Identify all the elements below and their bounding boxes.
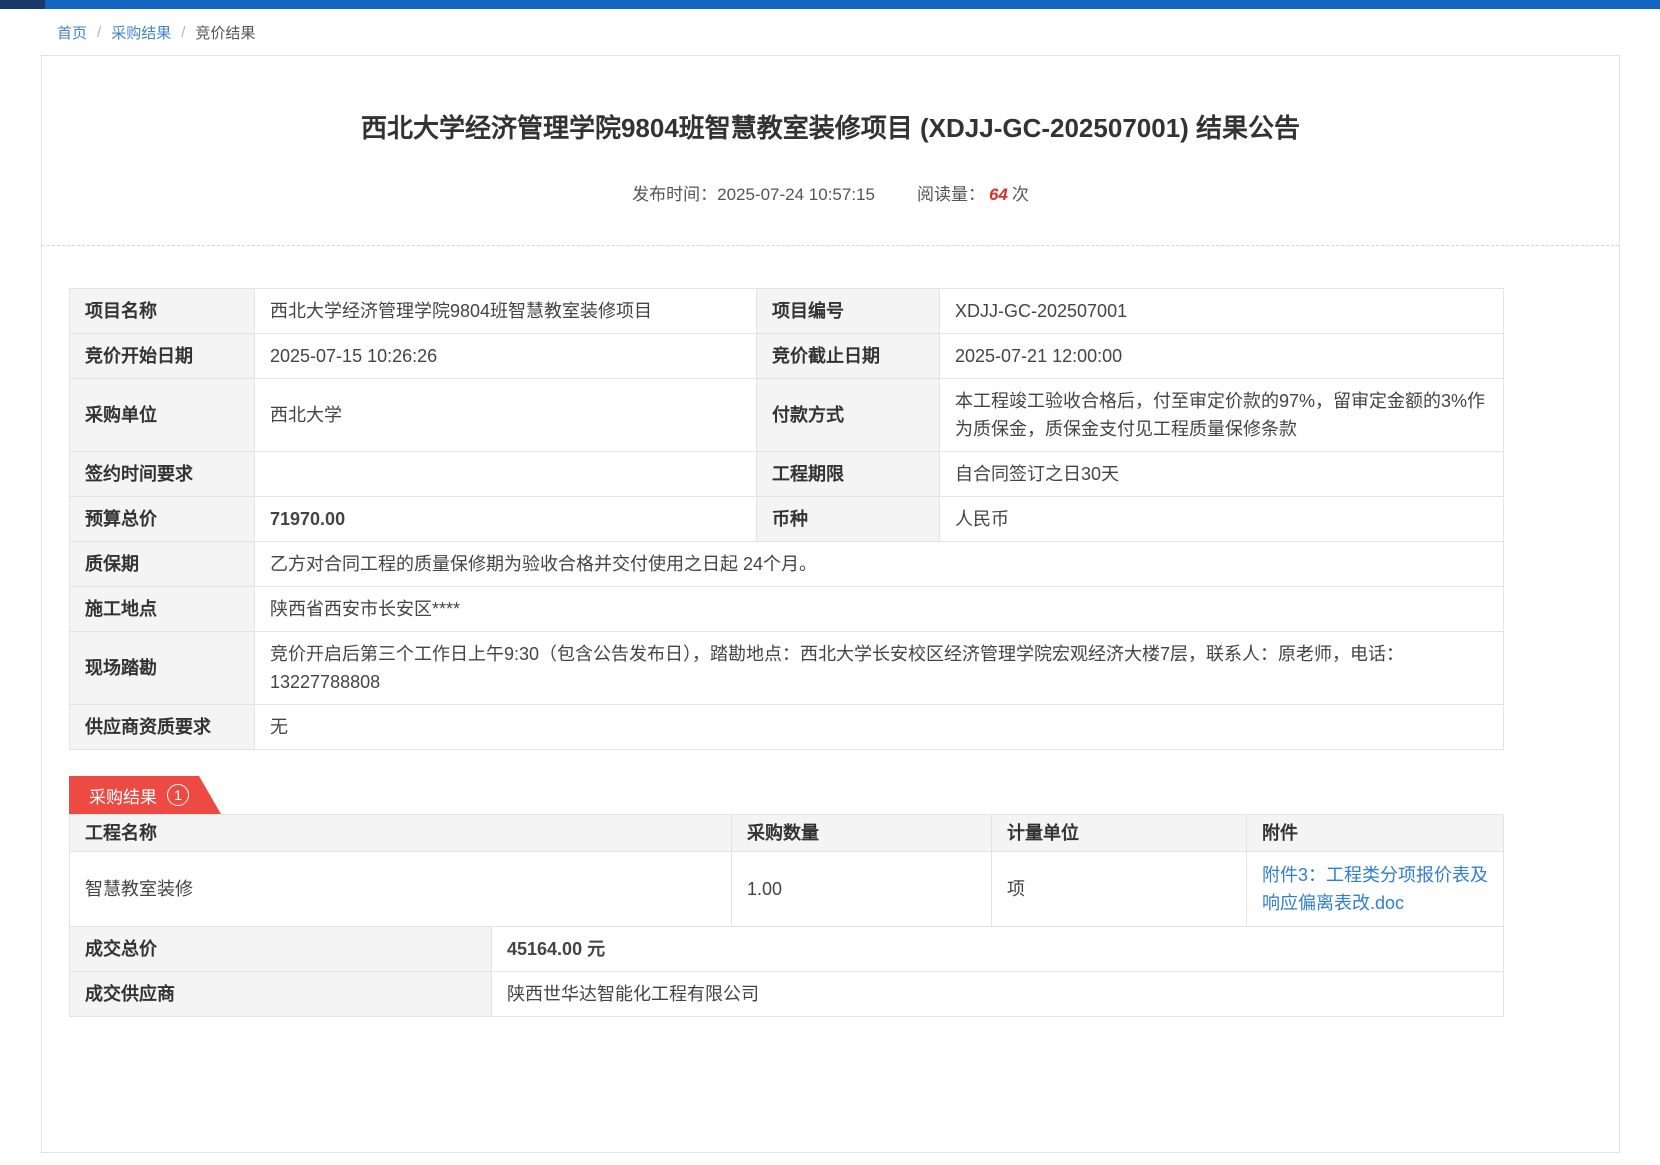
dashed-divider — [42, 245, 1619, 246]
breadcrumb-separator: / — [181, 24, 185, 41]
table-row: 竞价开始日期 2025-07-15 10:26:26 竞价截止日期 2025-0… — [70, 334, 1504, 379]
bid-start-label: 竞价开始日期 — [70, 334, 255, 379]
bid-end-value: 2025-07-21 12:00:00 — [940, 334, 1504, 379]
site-value: 陕西省西安市长安区**** — [255, 587, 1504, 632]
bid-end-label: 竞价截止日期 — [757, 334, 940, 379]
result-header-name: 工程名称 — [70, 815, 732, 852]
payment-label: 付款方式 — [757, 379, 940, 452]
budget-value: 71970.00 — [255, 497, 757, 542]
table-row: 质保期 乙方对合同工程的质量保修期为验收合格并交付使用之日起 24个月。 — [70, 542, 1504, 587]
publish-info: 发布时间：2025-07-24 10:57:15 阅读量：64次 — [42, 180, 1619, 205]
duration-label: 工程期限 — [757, 452, 940, 497]
attachment-link[interactable]: 附件3：工程类分项报价表及响应偏离表改.doc — [1262, 865, 1488, 913]
result-item-unit: 项 — [992, 852, 1247, 927]
table-row: 现场踏勘 竞价开启后第三个工作日上午9:30（包含公告发布日），踏勘地点：西北大… — [70, 632, 1504, 705]
table-row: 成交供应商 陕西世华达智能化工程有限公司 — [70, 972, 1504, 1017]
result-section-tab: 采购结果 1 — [69, 776, 221, 814]
project-code-value: XDJJ-GC-202507001 — [940, 289, 1504, 334]
survey-label: 现场踏勘 — [70, 632, 255, 705]
table-header-row: 工程名称 采购数量 计量单位 附件 — [70, 815, 1504, 852]
result-table: 工程名称 采购数量 计量单位 附件 智慧教室装修 1.00 项 附件3：工程类分… — [69, 814, 1504, 1017]
payment-value: 本工程竣工验收合格后，付至审定价款的97%，留审定金额的3%作为质保金，质保金支… — [940, 379, 1504, 452]
total-price-label: 成交总价 — [70, 927, 492, 972]
breadcrumb-separator: / — [97, 24, 101, 41]
result-header-unit: 计量单位 — [992, 815, 1247, 852]
table-row: 预算总价 71970.00 币种 人民币 — [70, 497, 1504, 542]
currency-value: 人民币 — [940, 497, 1504, 542]
duration-value: 自合同签订之日30天 — [940, 452, 1504, 497]
breadcrumb-current: 竞价结果 — [195, 22, 255, 43]
project-name-label: 项目名称 — [70, 289, 255, 334]
project-name-value: 西北大学经济管理学院9804班智慧教室装修项目 — [255, 289, 757, 334]
purchaser-value: 西北大学 — [255, 379, 757, 452]
project-code-label: 项目编号 — [757, 289, 940, 334]
top-accent-blue-bar — [45, 0, 1660, 9]
total-price-value: 45164.00 元 — [492, 927, 1504, 972]
breadcrumb-home-link[interactable]: 首页 — [57, 22, 87, 43]
top-accent-bar — [0, 0, 1660, 9]
table-row: 采购单位 西北大学 付款方式 本工程竣工验收合格后，付至审定价款的97%，留审定… — [70, 379, 1504, 452]
announcement-card: 西北大学经济管理学院9804班智慧教室装修项目 (XDJJ-GC-2025070… — [41, 55, 1620, 1153]
survey-value: 竞价开启后第三个工作日上午9:30（包含公告发布日），踏勘地点：西北大学长安校区… — [255, 632, 1504, 705]
views-label: 阅读量： — [917, 185, 985, 204]
table-row: 供应商资质要求 无 — [70, 705, 1504, 750]
warranty-value: 乙方对合同工程的质量保修期为验收合格并交付使用之日起 24个月。 — [255, 542, 1504, 587]
sign-time-label: 签约时间要求 — [70, 452, 255, 497]
views-count: 64 — [989, 185, 1008, 204]
result-header-attachment: 附件 — [1247, 815, 1504, 852]
table-row: 成交总价 45164.00 元 — [70, 927, 1504, 972]
result-item-name: 智慧教室装修 — [70, 852, 732, 927]
publish-time-value: 2025-07-24 10:57:15 — [717, 185, 875, 204]
views-unit: 次 — [1012, 185, 1029, 204]
table-row: 智慧教室装修 1.00 项 附件3：工程类分项报价表及响应偏离表改.doc — [70, 852, 1504, 927]
breadcrumb: 首页 / 采购结果 / 竞价结果 — [0, 9, 1660, 55]
qualification-value: 无 — [255, 705, 1504, 750]
qualification-label: 供应商资质要求 — [70, 705, 255, 750]
supplier-label: 成交供应商 — [70, 972, 492, 1017]
site-label: 施工地点 — [70, 587, 255, 632]
publish-time-label: 发布时间： — [632, 185, 717, 204]
sign-time-value — [255, 452, 757, 497]
supplier-value: 陕西世华达智能化工程有限公司 — [492, 972, 1504, 1017]
result-item-quantity: 1.00 — [732, 852, 992, 927]
top-accent-navy-block — [0, 0, 45, 9]
page-title: 西北大学经济管理学院9804班智慧教室装修项目 (XDJJ-GC-2025070… — [42, 110, 1619, 146]
table-row: 签约时间要求 工程期限 自合同签订之日30天 — [70, 452, 1504, 497]
table-row: 施工地点 陕西省西安市长安区**** — [70, 587, 1504, 632]
purchaser-label: 采购单位 — [70, 379, 255, 452]
result-header-quantity: 采购数量 — [732, 815, 992, 852]
breadcrumb-section-link[interactable]: 采购结果 — [111, 22, 171, 43]
result-tab-label: 采购结果 — [89, 783, 157, 808]
table-row: 项目名称 西北大学经济管理学院9804班智慧教室装修项目 项目编号 XDJJ-G… — [70, 289, 1504, 334]
warranty-label: 质保期 — [70, 542, 255, 587]
bid-start-value: 2025-07-15 10:26:26 — [255, 334, 757, 379]
result-count-badge: 1 — [167, 784, 189, 806]
currency-label: 币种 — [757, 497, 940, 542]
project-info-table: 项目名称 西北大学经济管理学院9804班智慧教室装修项目 项目编号 XDJJ-G… — [69, 288, 1504, 750]
budget-label: 预算总价 — [70, 497, 255, 542]
